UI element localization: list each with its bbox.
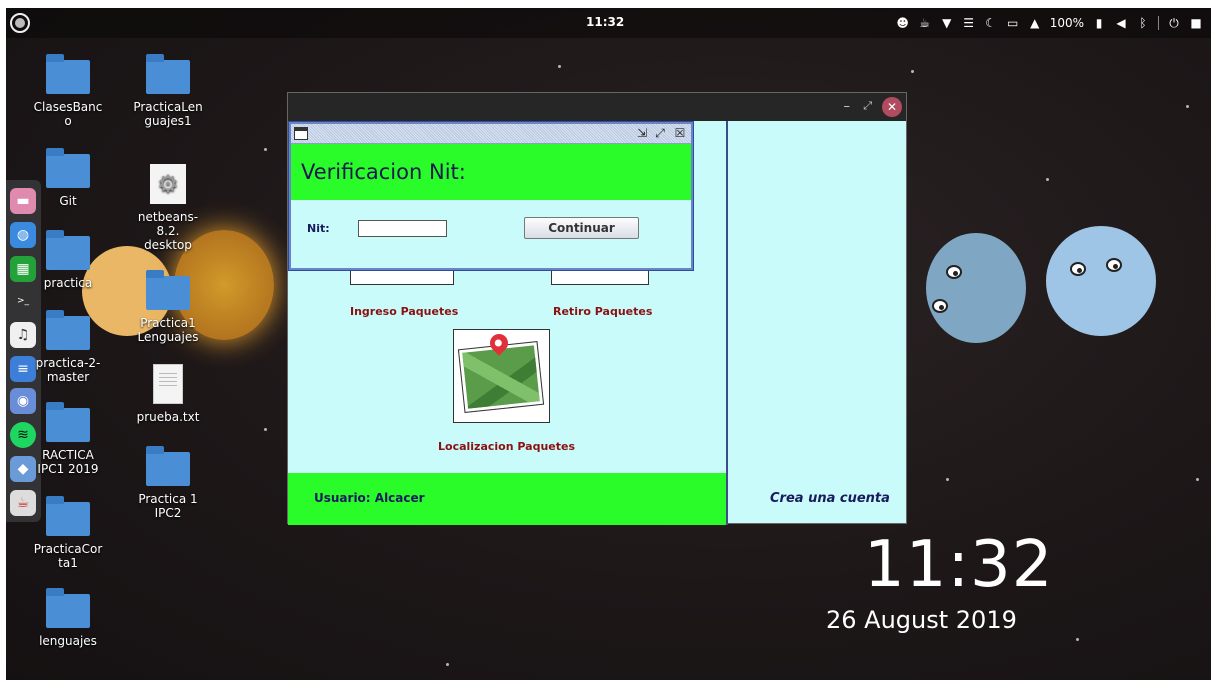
right-panel: Crea una cuenta <box>728 121 906 523</box>
star-decoration <box>558 65 561 68</box>
minimize-icon[interactable]: – <box>844 99 851 114</box>
terminal-icon[interactable]: >_ <box>10 288 36 314</box>
star-decoration <box>1046 178 1049 181</box>
wifi-icon[interactable]: ▼ <box>940 16 954 30</box>
dialog-titlebar[interactable]: ⇲ ⤢ ☒ <box>291 124 691 144</box>
desktop-icon-label: Git <box>59 194 77 208</box>
close-icon[interactable]: ✕ <box>882 97 902 117</box>
nit-verification-dialog: ⇲ ⤢ ☒ Verificacion Nit: Nit: Continuar <box>289 122 693 270</box>
desktop-icon-label: Practica 1 IPC2 <box>138 492 198 520</box>
tray-separator <box>1158 16 1159 30</box>
desktop-icon-label: ClasesBanc o <box>33 100 103 128</box>
star-decoration <box>1186 105 1189 108</box>
user-label: Usuario: Alcacer <box>314 491 425 505</box>
close-icon[interactable]: ☒ <box>673 126 687 140</box>
planet-eye <box>1070 262 1086 276</box>
localizacion-paquetes-image[interactable] <box>453 329 550 423</box>
clipboard-icon[interactable]: ▭ <box>1006 16 1020 30</box>
desktop-folder-practicalenguajes1[interactable]: PracticaLen guajes1 <box>128 54 208 128</box>
maximize-icon[interactable]: ⤢ <box>863 99 872 113</box>
folder-icon <box>46 310 90 350</box>
desktop-icon-label: Practica1 Lenguajes <box>137 316 199 344</box>
desktop-clock-date: 26 August 2019 <box>826 606 1017 634</box>
folder-icon <box>46 588 90 628</box>
create-account-link[interactable]: Crea una cuenta <box>770 491 890 506</box>
gear-icon: ⚙ <box>150 164 186 204</box>
window-icon <box>294 127 308 140</box>
folder-icon <box>46 54 90 94</box>
top-clock[interactable]: 11:32 <box>586 15 624 29</box>
star-decoration <box>946 478 949 481</box>
battery-level[interactable]: 100% <box>1050 16 1084 30</box>
desktop-icon-label: RACTICA IPC1 2019 <box>37 448 99 476</box>
folder-icon <box>46 496 90 536</box>
iconify-icon[interactable]: ⇲ <box>635 126 649 140</box>
star-decoration <box>1196 478 1199 481</box>
star-decoration <box>911 70 914 73</box>
desktop-file-netbeans[interactable]: ⚙ netbeans- 8.2. desktop <box>128 164 208 252</box>
planet-eye <box>946 265 962 279</box>
planet-eye <box>932 299 948 313</box>
text-file-icon <box>153 364 183 404</box>
continue-button[interactable]: Continuar <box>524 217 639 239</box>
desktop-icon-label: prueba.txt <box>136 410 200 424</box>
desktop-icon-label: PracticaLen guajes1 <box>133 100 203 128</box>
planet-eye <box>1106 258 1122 272</box>
nit-label: Nit: <box>307 222 330 235</box>
ingreso-paquetes-label[interactable]: Ingreso Paquetes <box>350 305 458 318</box>
localizacion-paquetes-label[interactable]: Localizacion Paquetes <box>438 440 575 453</box>
desktop-folder-practica2master[interactable]: practica-2- master <box>28 310 108 384</box>
star-decoration <box>264 428 267 431</box>
wallpaper-planet-neptune <box>1046 226 1156 336</box>
discord-icon[interactable]: ☻ <box>896 16 910 30</box>
desktop-icon-label: practica-2- master <box>35 356 101 384</box>
activities-icon[interactable] <box>10 13 30 33</box>
caffeine-icon[interactable]: ☕ <box>918 16 932 30</box>
top-panel: 11:32 ☻ ☕ ▼ ☰ ☾ ▭ ▲ 100% ▮ ◀ ᛒ ⏻ ■ <box>6 8 1211 38</box>
battery-icon[interactable]: ▮ <box>1092 16 1106 30</box>
app-indicator-icon[interactable]: ■ <box>1189 16 1203 30</box>
folder-icon <box>146 54 190 94</box>
desktop-icon-label: lenguajes <box>39 634 97 648</box>
nit-input[interactable] <box>358 220 447 237</box>
desktop-icon-label: practica <box>43 276 93 290</box>
retiro-paquetes-label[interactable]: Retiro Paquetes <box>553 305 652 318</box>
star-decoration <box>1076 638 1079 641</box>
desktop-folder-practica1-ipc2[interactable]: Practica 1 IPC2 <box>128 446 208 520</box>
desktop-folder-practica[interactable]: practica <box>28 230 108 290</box>
desktop-folder-lenguajes[interactable]: lenguajes <box>28 588 108 648</box>
maximize-icon[interactable]: ⤢ <box>653 126 667 140</box>
desktop-folder-practicacorta1[interactable]: PracticaCor ta1 <box>28 496 108 570</box>
desktop-folder-practica1lenguajes[interactable]: Practica1 Lenguajes <box>128 270 208 344</box>
power-icon[interactable]: ⏻ <box>1167 16 1181 31</box>
window-titlebar[interactable]: – ⤢ ✕ <box>288 93 906 121</box>
star-decoration <box>446 663 449 666</box>
volume-icon[interactable]: ◀ <box>1114 16 1128 30</box>
star-decoration <box>264 148 267 151</box>
wallpaper-planet-uranus <box>926 233 1026 343</box>
dialog-heading: Verificacion Nit: <box>301 160 466 184</box>
user-status-bar: Usuario: Alcacer <box>288 473 726 525</box>
system-tray: ☻ ☕ ▼ ☰ ☾ ▭ ▲ 100% ▮ ◀ ᛒ ⏻ ■ <box>896 13 1203 33</box>
desktop-icon-label: PracticaCor ta1 <box>33 542 103 570</box>
desktop-folder-practica-ipc1[interactable]: RACTICA IPC1 2019 <box>28 402 108 476</box>
night-light-icon[interactable]: ☾ <box>984 16 998 30</box>
desktop-file-prueba-txt[interactable]: prueba.txt <box>128 364 208 424</box>
folder-icon <box>46 148 90 188</box>
bluetooth-icon[interactable]: ᛒ <box>1136 16 1150 30</box>
folder-icon <box>46 402 90 442</box>
desktop-clock-time: 11:32 <box>864 528 1054 602</box>
folder-icon <box>146 270 190 310</box>
notifications-icon[interactable]: ▲ <box>1028 16 1042 30</box>
desktop-folder-git[interactable]: Git <box>28 148 108 208</box>
folder-icon <box>146 446 190 486</box>
dialog-header: Verificacion Nit: <box>291 144 691 200</box>
desktop-icon-label: netbeans- 8.2. desktop <box>137 210 199 252</box>
folder-icon <box>46 230 90 270</box>
menu-icon[interactable]: ☰ <box>962 16 976 30</box>
desktop-folder-clasesbanco[interactable]: ClasesBanc o <box>28 54 108 128</box>
desktop-screen: 11:32 ☻ ☕ ▼ ☰ ☾ ▭ ▲ 100% ▮ ◀ ᛒ ⏻ ■ ▬ ◍ ▦ <box>6 8 1211 680</box>
